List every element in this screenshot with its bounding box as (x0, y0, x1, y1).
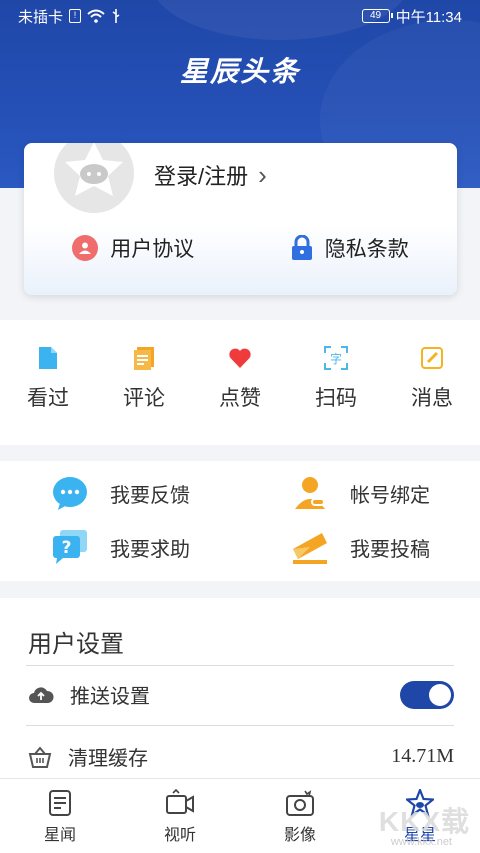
login-register-link[interactable]: 登录/注册 › (154, 159, 267, 191)
user-agreement-link[interactable]: 用户协议 (72, 233, 194, 263)
user-settings-panel: 用户设置 推送设置 清理缓存 14.71M (0, 598, 480, 798)
privacy-policy-link[interactable]: 隐私条款 (291, 233, 409, 263)
push-toggle[interactable] (400, 680, 454, 709)
clear-cache-row[interactable]: 清理缓存 14.71M (28, 742, 454, 771)
avatar[interactable] (54, 143, 134, 213)
cache-size-value: 14.71M (391, 745, 454, 767)
quick-action-messages[interactable]: 消息 (392, 346, 472, 445)
news-icon (49, 790, 71, 816)
quick-actions-bar: 看过 评论 点赞 字 扫码 消息 (0, 320, 480, 445)
submit-envelope-icon (293, 533, 327, 564)
service-label: 我要求助 (110, 538, 190, 561)
nav-item-news[interactable]: 星闻 (15, 789, 105, 853)
nav-label: 星闻 (43, 827, 76, 844)
push-settings-label: 推送设置 (70, 686, 150, 708)
user-agreement-label: 用户协议 (110, 238, 195, 261)
heart-icon (229, 348, 251, 368)
service-label: 帐号绑定 (350, 484, 430, 507)
basket-icon (28, 745, 52, 768)
nav-label: 视听 (163, 827, 196, 844)
help-icon: ? (53, 530, 87, 564)
agreement-row: 用户协议 隐私条款 (24, 233, 457, 263)
watermark-url: www.kkx.net (390, 836, 452, 848)
privacy-policy-label: 隐私条款 (324, 238, 409, 261)
wifi-icon (87, 9, 105, 23)
battery-icon: 49 (361, 9, 393, 23)
status-time: 中午11:34 (395, 8, 462, 26)
camera-icon (286, 790, 314, 816)
usb-icon (112, 9, 120, 23)
scan-icon: 字 (324, 346, 348, 370)
user-agreement-icon (72, 235, 99, 261)
login-register-label: 登录/注册 (154, 164, 249, 189)
settings-title: 用户设置 (28, 631, 124, 658)
quick-action-label: 看过 (27, 387, 69, 410)
document-icon (39, 347, 57, 369)
nav-label: 影像 (283, 827, 316, 844)
sim-icon: ! (69, 9, 82, 23)
quick-action-scan[interactable]: 字 扫码 (296, 346, 376, 445)
svg-text:?: ? (62, 538, 72, 558)
divider (26, 725, 454, 726)
svg-text:字: 字 (330, 351, 342, 366)
chevron-right-icon: › (258, 159, 267, 190)
services-panel: 我要反馈 帐号绑定 ? 我要求助 我要投稿 (0, 461, 480, 581)
status-bar: 未插卡 ! 49 中午11:34 (0, 0, 480, 32)
account-binding-button[interactable]: 帐号绑定 (292, 475, 430, 511)
quick-action-comments[interactable]: 评论 (104, 346, 184, 445)
watermark: KKX载 (378, 806, 470, 837)
carrier-label: 未插卡 (18, 8, 64, 26)
help-button[interactable]: ? 我要求助 (52, 529, 190, 565)
cloud-upload-icon (29, 686, 54, 703)
push-settings-row[interactable]: 推送设置 (28, 680, 454, 709)
quick-action-label: 消息 (411, 387, 453, 410)
nav-item-photo[interactable]: 影像 (255, 789, 345, 853)
quick-action-likes[interactable]: 点赞 (200, 346, 280, 445)
feedback-button[interactable]: 我要反馈 (52, 475, 190, 511)
message-edit-icon (421, 347, 443, 369)
lock-icon (291, 235, 312, 260)
default-avatar-icon (65, 143, 123, 196)
account-bind-icon (295, 477, 325, 509)
login-card: 登录/注册 › 用户协议 隐私条款 (24, 143, 457, 295)
divider (26, 665, 454, 666)
feedback-bubble-icon (53, 477, 87, 510)
toggle-knob (429, 683, 451, 706)
service-label: 我要反馈 (110, 484, 190, 507)
submit-article-button[interactable]: 我要投稿 (292, 529, 430, 565)
quick-action-label: 评论 (123, 387, 165, 410)
video-icon (166, 789, 194, 814)
quick-action-label: 点赞 (219, 387, 261, 410)
clear-cache-label: 清理缓存 (68, 748, 148, 770)
quick-action-history[interactable]: 看过 (8, 346, 88, 445)
quick-action-label: 扫码 (315, 387, 357, 410)
service-label: 我要投稿 (350, 538, 430, 561)
comment-doc-icon (134, 347, 154, 370)
nav-item-video[interactable]: 视听 (135, 789, 225, 853)
app-logo: 星辰头条 (179, 56, 300, 87)
